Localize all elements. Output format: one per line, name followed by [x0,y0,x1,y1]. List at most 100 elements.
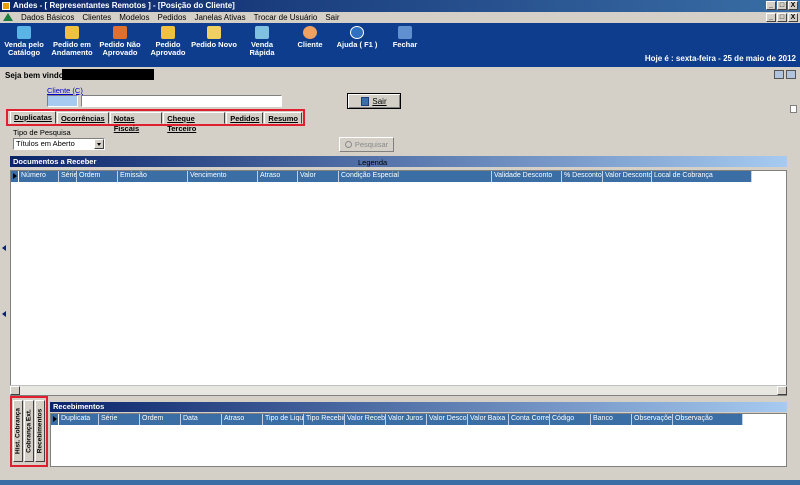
menu-janelas-ativas[interactable]: Janelas Ativas [190,13,249,22]
documentos-horizontal-scrollbar[interactable] [10,385,787,395]
toolbar-venda-rapida-button[interactable]: Venda Rápida [238,26,286,57]
collapse-left-icon-2[interactable] [2,311,6,317]
toolbar-cliente-button[interactable]: Cliente [286,26,334,49]
col-ordem[interactable]: Ordem [77,171,118,182]
col-validade-desconto[interactable]: Validade Desconto [492,171,562,182]
col-banco[interactable]: Banco [591,414,632,425]
col-data[interactable]: Data [181,414,222,425]
maximize-button[interactable]: □ [777,1,787,10]
toolbar-pedido-novo-button[interactable]: Pedido Novo [190,26,238,49]
col-vencimento[interactable]: Vencimento [188,171,258,182]
col-serie[interactable]: Série [99,414,140,425]
col-atraso[interactable]: Atraso [258,171,298,182]
print-icon[interactable] [786,70,796,79]
row-indicator-icon [11,171,19,182]
collapse-left-icon[interactable] [2,245,6,251]
tab-cheque-terceiro[interactable]: Cheque Terceiro [163,112,226,133]
order-approved-icon [161,26,175,39]
sair-button[interactable]: Sair [347,93,401,109]
col-serie[interactable]: Série [59,171,77,182]
cliente-name-input[interactable] [81,95,282,107]
col-duplicata[interactable]: Duplicata [59,414,99,425]
toolbar-pedido-andamento-button[interactable]: Pedido em Andamento [48,26,96,57]
tipo-pesquisa-select[interactable]: Títulos em Aberto [13,138,105,150]
toolbar-venda-catalogo-button[interactable]: Venda pelo Catálogo [0,26,48,57]
tab-notas-fiscais[interactable]: Notas Fiscais [109,112,163,133]
tipo-pesquisa-label: Tipo de Pesquisa [13,128,71,137]
col-valor-recebido[interactable]: Valor Recebi [345,414,386,425]
recebimentos-grid[interactable]: Duplicata Série Ordem Data Atraso Tipo d… [50,413,787,467]
col-valor-desconto[interactable]: Valor Descor [427,414,468,425]
chevron-down-icon[interactable] [94,139,104,149]
col-valor-juros[interactable]: Valor Juros [386,414,427,425]
pesquisar-button[interactable]: Pesquisar [339,137,394,152]
minimize-button[interactable]: _ [766,1,776,10]
andes-logo-icon [2,13,14,22]
col-condicao-especial[interactable]: Condição Especial [339,171,492,182]
menu-pedidos[interactable]: Pedidos [154,13,191,22]
vtab-hist-cobranca[interactable]: Hist. Cobrança [13,400,23,462]
toolbar-fechar-button[interactable]: Fechar [381,26,429,49]
mdi-restore-button[interactable]: □ [777,13,787,22]
scroll-left-button[interactable] [10,386,20,395]
client-icon [303,26,317,39]
tipo-pesquisa-value: Títulos em Aberto [16,139,75,148]
col-ordem[interactable]: Ordem [140,414,181,425]
tab-pedidos[interactable]: Pedidos [226,112,264,124]
col-observacao[interactable]: Observação [673,414,743,425]
row-indicator-icon [51,414,59,425]
new-order-icon [207,26,221,39]
menu-clientes[interactable]: Clientes [78,13,115,22]
mdi-close-button[interactable]: X [788,13,798,22]
menu-bar: Dados Básicos Clientes Modelos Pedidos J… [0,12,800,23]
toolbar-pedido-aprovado-button[interactable]: Pedido Aprovado [144,26,192,57]
col-numero[interactable]: Número [19,171,59,182]
menu-trocar-usuario[interactable]: Trocar de Usuário [250,13,322,22]
documentos-grid-header: Número Série Ordem Emissão Vencimento At… [11,171,752,182]
col-valor[interactable]: Valor [298,171,339,182]
vtab-cobranca-ext[interactable]: Cobrança Ext. [24,400,34,462]
mdi-minimize-button[interactable]: _ [766,13,776,22]
pesquisar-label: Pesquisar [354,140,389,149]
app-icon [2,2,10,10]
scroll-right-button[interactable] [777,386,787,395]
tab-duplicatas[interactable]: Duplicatas [10,111,56,124]
col-emissao[interactable]: Emissão [118,171,188,182]
col-tipo-liquidacao[interactable]: Tipo de Liqui [263,414,304,425]
vertical-tab-strip: Hist. Cobrança Cobrança Ext. Recebimento… [10,396,48,467]
today-date: Hoje é : sexta-feira - 25 de maio de 201… [644,54,796,63]
order-progress-icon [65,26,79,39]
toolbar-pedido-nao-aprovado-button[interactable]: Pedido Não Aprovado [96,26,144,57]
tab-resumo[interactable]: Resumo [264,112,302,124]
menu-dados-basicos[interactable]: Dados Básicos [17,13,78,22]
toolbar-ajuda-button[interactable]: Ajuda ( F1 ) [333,26,381,49]
col-valor-desconto[interactable]: Valor Desconto [603,171,652,182]
export-icon[interactable] [774,70,784,79]
col-valor-baixa[interactable]: Valor Baixa [468,414,509,425]
sair-label: Sair [372,96,387,106]
close-button[interactable]: X [788,1,798,10]
panel-toggle-button[interactable] [790,105,797,113]
col-local-cobranca[interactable]: Local de Cobrança [652,171,752,182]
col-conta-corrente[interactable]: Conta Corren [509,414,550,425]
cliente-label[interactable]: Cliente (C) [47,86,83,95]
side-collapse-arrows [2,245,8,377]
menu-sair[interactable]: Sair [321,13,343,22]
col-percent-desconto[interactable]: % Desconto [562,171,603,182]
col-tipo-recebimento[interactable]: Tipo Recebir [304,414,345,425]
username-redacted [62,69,154,80]
exit-door-icon [361,96,370,106]
tab-ocorrencias[interactable]: Ocorrências [56,112,109,124]
col-observacoes[interactable]: Observações [632,414,673,425]
tab-strip: Duplicatas Ocorrências Notas Fiscais Che… [6,109,305,133]
documentos-grid[interactable]: Número Série Ordem Emissão Vencimento At… [10,170,787,396]
legenda-dropdown[interactable]: Legenda [358,158,387,167]
documentos-panel-title: Documentos a Receber [10,156,787,167]
cliente-code-input[interactable] [47,95,78,107]
vtab-recebimentos[interactable]: Recebimentos [35,400,45,462]
catalog-icon [17,26,31,39]
col-atraso[interactable]: Atraso [222,414,263,425]
recebimentos-panel-title: Recebimentos [50,402,787,412]
menu-modelos[interactable]: Modelos [115,13,153,22]
col-codigo[interactable]: Código [550,414,591,425]
